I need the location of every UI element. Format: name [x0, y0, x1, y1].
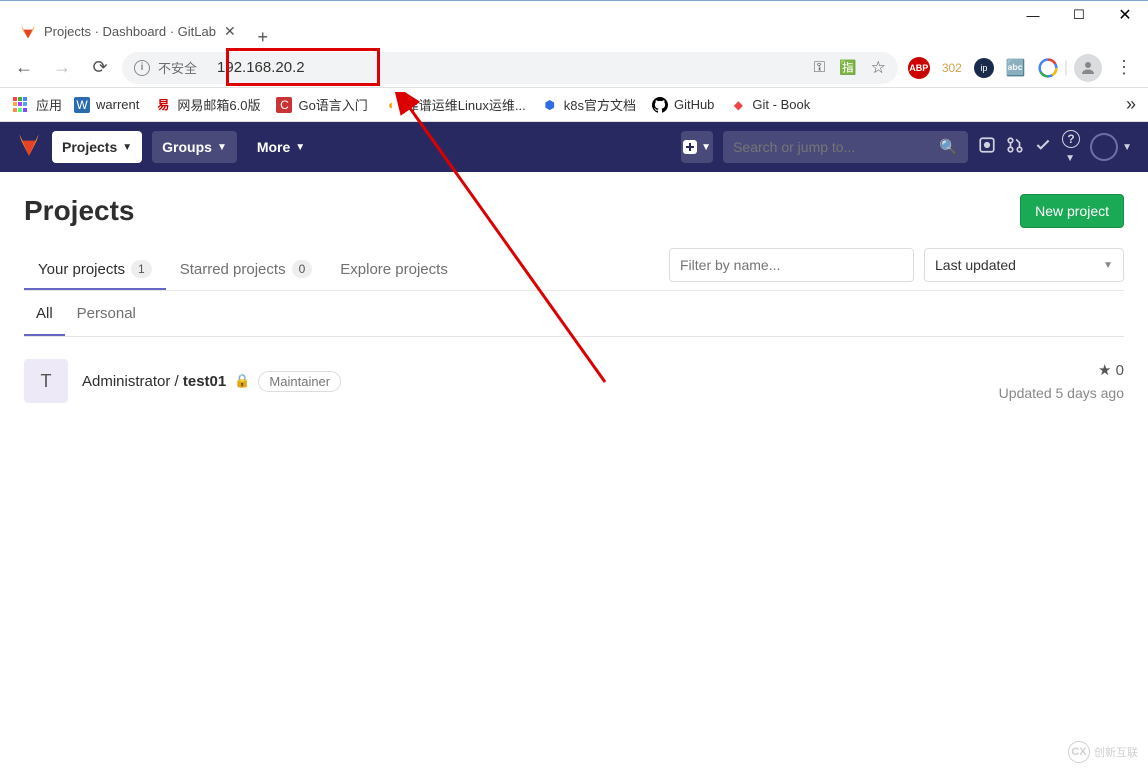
adblock-icon[interactable]: ABP: [908, 57, 930, 79]
browser-menu-button[interactable]: ⋮: [1108, 52, 1140, 84]
gitlab-logo-icon[interactable]: [16, 132, 42, 163]
browser-tab-strip: Projects · Dashboard · GitLab ✕ +: [0, 14, 1148, 48]
project-meta: ★ 0 Updated 5 days ago: [999, 361, 1124, 401]
tab-close-icon[interactable]: ✕: [224, 23, 236, 40]
reload-button[interactable]: ⟳: [84, 52, 116, 84]
bookmark-github[interactable]: GitHub: [648, 97, 718, 113]
key-icon[interactable]: ⚿: [814, 59, 825, 76]
bookmark-gitbook[interactable]: ◆Git - Book: [726, 97, 814, 113]
bookmark-warrent[interactable]: Wwarrent: [70, 97, 143, 113]
forward-button[interactable]: →: [46, 52, 78, 84]
window-maximize[interactable]: ☐: [1056, 0, 1102, 30]
security-warning: 不安全: [158, 58, 197, 77]
back-button[interactable]: ←: [8, 52, 40, 84]
bookmarks-bar: 应用 Wwarrent 易网易邮箱6.0版 CGo语言入门 ◐靠谱运维Linux…: [0, 88, 1148, 122]
window-controls: — ☐ ✕: [1010, 0, 1148, 38]
url-text: 192.168.20.2: [217, 59, 305, 76]
todos-icon[interactable]: [1034, 136, 1052, 158]
updated-text: Updated 5 days ago: [999, 385, 1124, 401]
profile-button[interactable]: [1074, 54, 1102, 82]
merge-requests-icon[interactable]: [1006, 136, 1024, 158]
extensions-strip: ABP 302 ip 🔤: [904, 57, 1058, 79]
translate-icon[interactable]: 🈯: [839, 59, 856, 76]
nav-search[interactable]: 🔍: [723, 131, 968, 163]
star-count[interactable]: ★ 0: [1098, 361, 1124, 379]
new-tab-button[interactable]: +: [248, 27, 278, 48]
nav-more-dropdown[interactable]: More▼: [247, 131, 315, 163]
apps-icon[interactable]: [12, 97, 28, 113]
address-bar[interactable]: i 不安全 192.168.20.2 ⚿ 🈯 ☆: [122, 52, 898, 84]
lock-icon: 🔒: [234, 373, 250, 389]
window-titlebar: [0, 0, 1148, 14]
google-translate-ext-icon[interactable]: 🔤: [1006, 58, 1026, 78]
window-minimize[interactable]: —: [1010, 0, 1056, 30]
ip-extension-icon[interactable]: ip: [974, 58, 994, 78]
project-subtabs: All Personal: [24, 291, 1124, 337]
apps-label[interactable]: 应用: [36, 95, 62, 114]
search-icon: 🔍: [939, 138, 958, 156]
gitlab-navbar: Projects▼ Groups▼ More▼ ▼ 🔍 ?▼ ▼: [0, 122, 1148, 172]
browser-tab-title: Projects · Dashboard · GitLab: [44, 24, 216, 39]
bookmark-163mail[interactable]: 易网易邮箱6.0版: [151, 95, 264, 114]
project-name[interactable]: Administrator / test01 🔒 Maintainer: [82, 371, 341, 392]
gitlab-favicon-icon: [20, 23, 36, 39]
page-title: Projects: [24, 195, 135, 227]
new-project-button[interactable]: New project: [1020, 194, 1124, 228]
subtab-personal[interactable]: Personal: [65, 291, 148, 336]
google-ext-icon[interactable]: [1038, 58, 1058, 78]
filter-input[interactable]: [669, 248, 914, 282]
project-row[interactable]: T Administrator / test01 🔒 Maintainer ★ …: [24, 337, 1124, 425]
tab-your-projects[interactable]: Your projects1: [24, 248, 166, 290]
project-avatar: T: [24, 359, 68, 403]
user-menu[interactable]: ▼: [1090, 133, 1132, 161]
project-tabs: Your projects1 Starred projects0 Explore…: [24, 248, 1124, 291]
search-input[interactable]: [733, 139, 939, 155]
nav-projects-dropdown[interactable]: Projects▼: [52, 131, 142, 163]
window-close[interactable]: ✕: [1102, 0, 1148, 30]
bookmark-linux[interactable]: ◐靠谱运维Linux运维...: [380, 95, 530, 114]
page-content: Projects New project Your projects1 Star…: [0, 172, 1148, 447]
nav-groups-dropdown[interactable]: Groups▼: [152, 131, 237, 163]
browser-toolbar: ← → ⟳ i 不安全 192.168.20.2 ⚿ 🈯 ☆ ABP 302 i…: [0, 48, 1148, 88]
sort-dropdown[interactable]: Last updated▼: [924, 248, 1124, 282]
adblock-count: 302: [942, 61, 962, 75]
site-info-icon[interactable]: i: [134, 60, 150, 76]
issues-icon[interactable]: [978, 136, 996, 158]
subtab-all[interactable]: All: [24, 291, 65, 336]
tab-starred-projects[interactable]: Starred projects0: [166, 248, 327, 290]
browser-tab[interactable]: Projects · Dashboard · GitLab ✕: [8, 14, 248, 48]
omnibox-actions: ⚿ 🈯 ☆: [814, 58, 886, 78]
bookmarks-overflow[interactable]: »: [1126, 94, 1136, 115]
help-icon[interactable]: ?▼: [1062, 130, 1080, 165]
nav-create-button[interactable]: ▼: [681, 131, 713, 163]
bookmark-go[interactable]: CGo语言入门: [272, 95, 371, 114]
watermark: CX 创新互联: [1068, 741, 1138, 763]
bookmark-star-icon[interactable]: ☆: [871, 58, 886, 78]
bookmark-k8s[interactable]: ⬢k8s官方文档: [538, 95, 640, 114]
tab-explore-projects[interactable]: Explore projects: [326, 249, 462, 290]
role-badge: Maintainer: [258, 371, 341, 392]
